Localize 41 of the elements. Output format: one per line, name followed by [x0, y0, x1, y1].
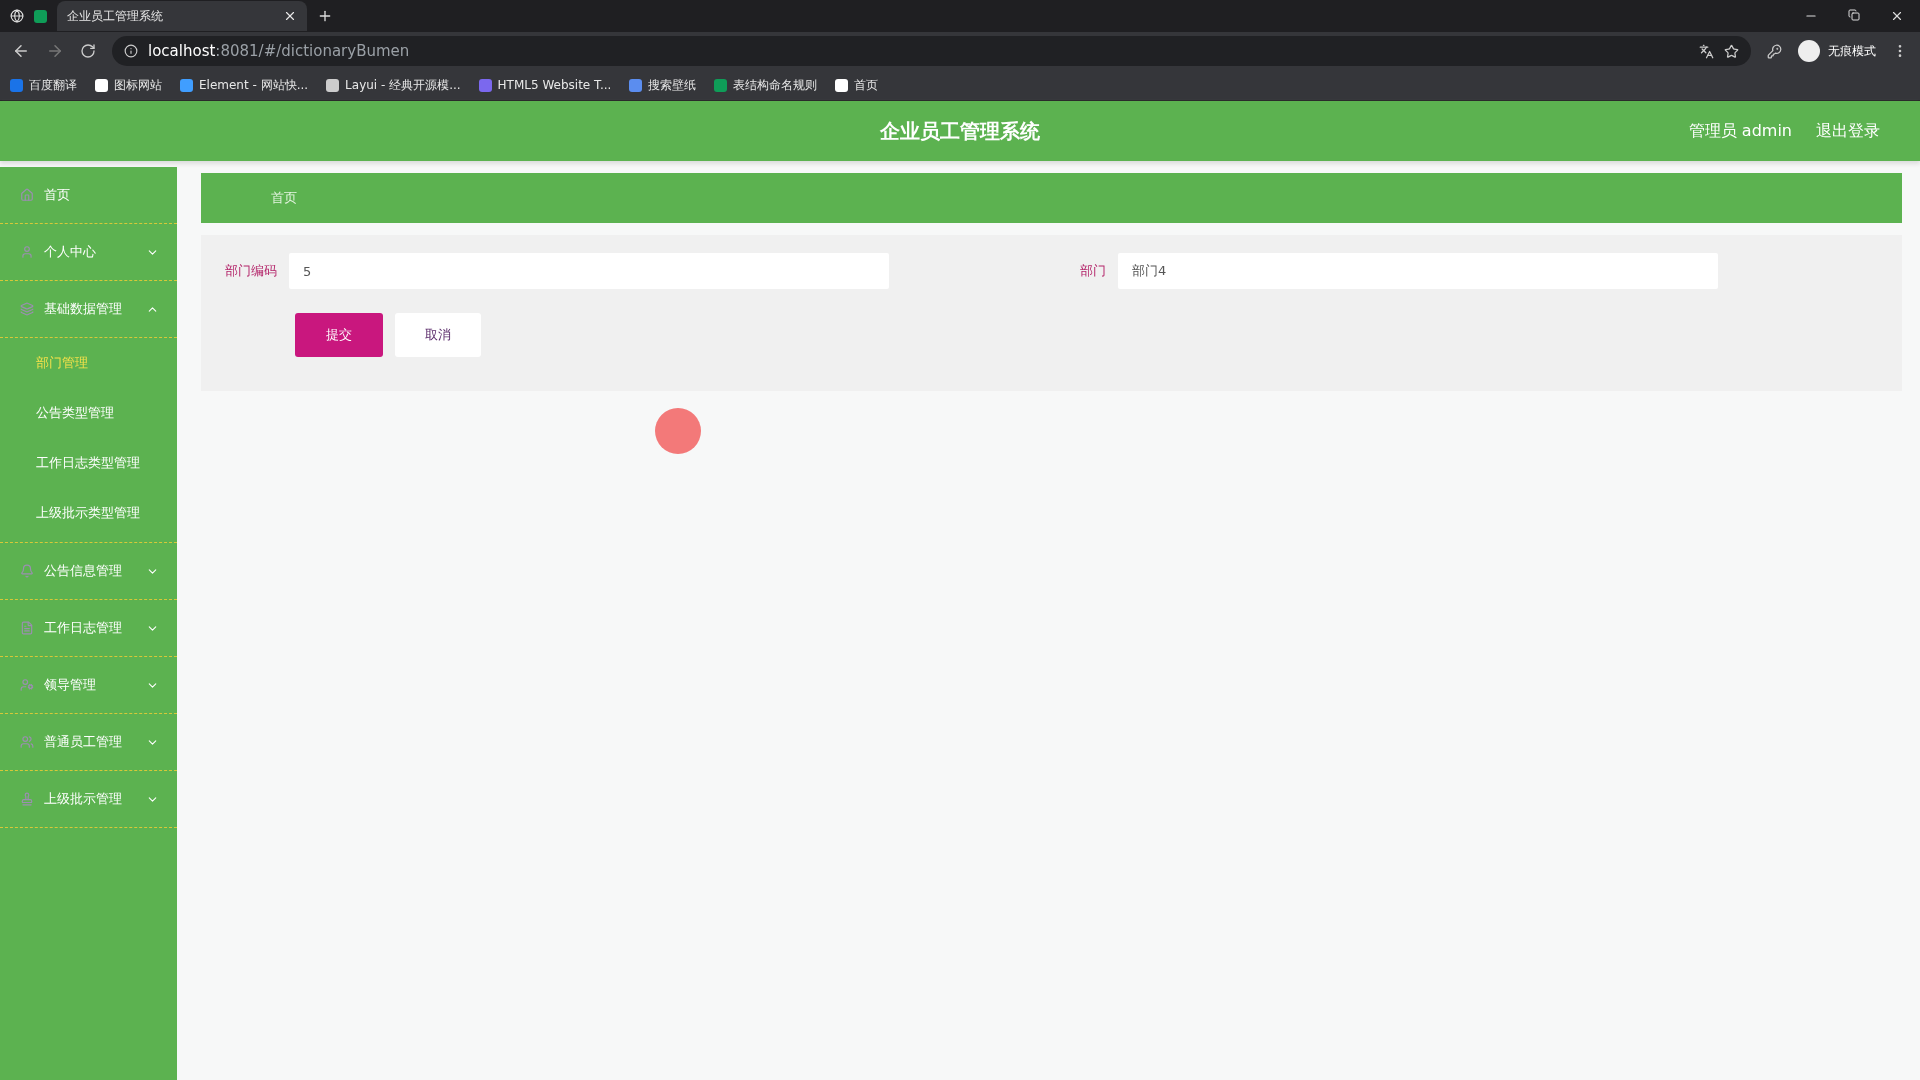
star-icon[interactable]: [1724, 43, 1739, 59]
bell-icon: [20, 564, 34, 578]
bookmark-link[interactable]: Element - 网站快...: [180, 76, 309, 94]
layers-icon: [20, 302, 34, 316]
bookmark-link[interactable]: Layui - 经典开源模...: [326, 76, 461, 94]
profile-button[interactable]: 无痕模式: [1798, 40, 1876, 62]
user-label: 管理员 admin: [1688, 120, 1792, 142]
bookmark-link[interactable]: HTML5 Website T...: [478, 78, 612, 92]
sheet-tab-icon[interactable]: [34, 9, 47, 23]
field-label: 部门编码: [225, 262, 277, 280]
home-icon: [20, 188, 34, 202]
info-icon[interactable]: [124, 44, 138, 58]
user-gear-icon: [20, 678, 34, 692]
input-field[interactable]: 5: [289, 253, 889, 289]
stamp-icon: [20, 792, 34, 806]
users-icon: [20, 735, 34, 749]
close-icon[interactable]: [1890, 9, 1904, 23]
new-tab-icon[interactable]: [317, 8, 333, 24]
back-icon[interactable]: [12, 42, 30, 60]
document-icon: [20, 621, 34, 635]
app-title: 企业员工管理系统: [880, 117, 1040, 145]
close-icon[interactable]: [283, 9, 297, 23]
translate-icon[interactable]: [1699, 43, 1714, 59]
bookmark-link[interactable]: 表结构命名规则: [714, 76, 818, 94]
user-icon: [20, 245, 34, 259]
bookmark-link[interactable]: 百度翻译: [10, 76, 77, 94]
globe-icon: [10, 9, 24, 23]
reload-icon[interactable]: [80, 43, 96, 59]
restore-icon[interactable]: [1848, 9, 1860, 21]
bookmark-link[interactable]: 搜索壁纸: [629, 76, 697, 94]
browser-tab[interactable]: 企业员工管理系统: [57, 1, 307, 31]
key-icon[interactable]: [1767, 43, 1782, 59]
bookmark-link[interactable]: 首页: [835, 76, 879, 94]
submit-button[interactable]: 提交: [295, 313, 383, 357]
cancel-button[interactable]: 取消: [395, 313, 481, 357]
field-label: 部门: [1080, 262, 1106, 280]
bookmark-link[interactable]: 图标网站: [95, 76, 162, 94]
forward-icon[interactable]: [46, 42, 64, 60]
address-bar[interactable]: localhost:8081/#/dictionaryBumen: [112, 36, 1751, 66]
input-field[interactable]: 部门4: [1118, 253, 1718, 289]
click-highlight: [655, 408, 701, 454]
